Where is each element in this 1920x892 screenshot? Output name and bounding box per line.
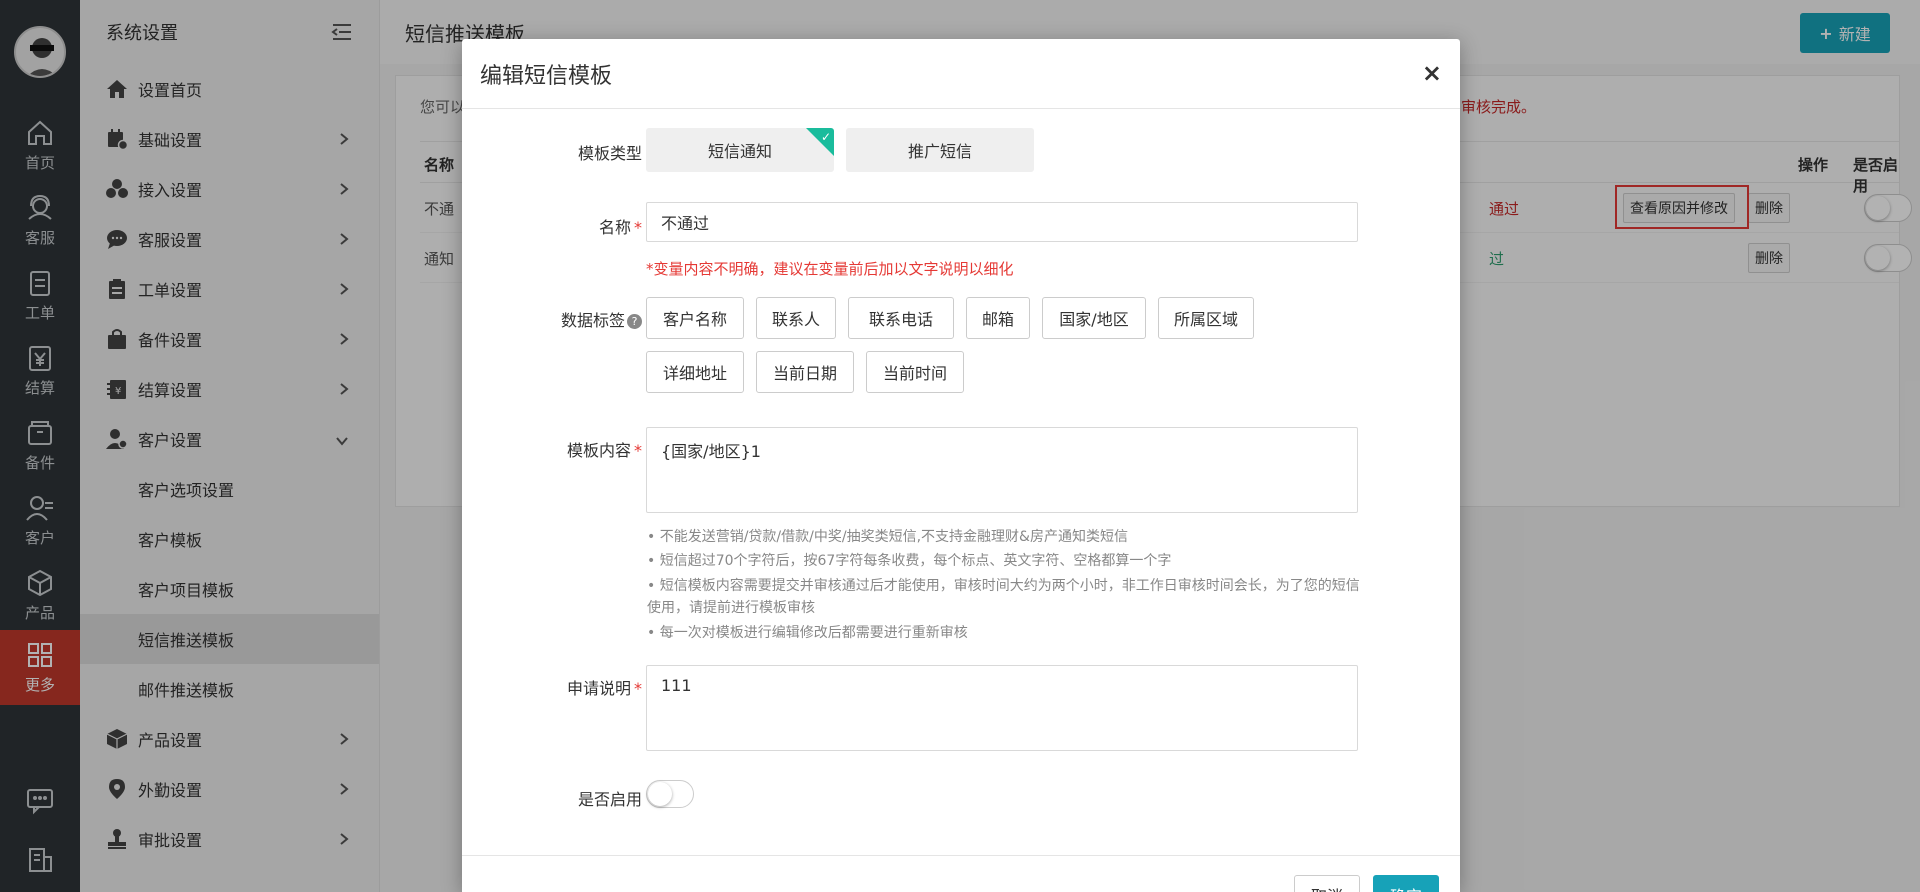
dialog-header: 编辑短信模板 ×	[462, 39, 1460, 109]
tag-phone[interactable]: 联系电话	[848, 297, 954, 339]
name-label: 名称 *	[598, 218, 642, 237]
tag-customer-name[interactable]: 客户名称	[646, 297, 744, 339]
description-textarea[interactable]: 111	[646, 665, 1358, 751]
template-type-label: 模板类型	[577, 144, 642, 163]
tag-region[interactable]: 所属区域	[1158, 297, 1254, 339]
name-input[interactable]: 不通过	[646, 202, 1358, 242]
tag-contact[interactable]: 联系人	[756, 297, 836, 339]
tag-current-date[interactable]: 当前日期	[756, 351, 854, 393]
tag-email[interactable]: 邮箱	[966, 297, 1030, 339]
tip-item: • 每一次对模板进行编辑修改后都需要进行重新审核	[647, 625, 968, 641]
variable-warning: *变量内容不明确，建议在变量前后加以文字说明以细化	[646, 260, 1014, 278]
ok-button[interactable]: 确定	[1373, 875, 1439, 892]
tip-item: • 短信超过70个字符后，按67字符每条收费，每个标点、英文字符、空格都算一个字	[647, 553, 1172, 569]
cancel-button[interactable]: 取消	[1294, 875, 1360, 892]
tag-country[interactable]: 国家/地区	[1042, 297, 1146, 339]
data-tags-label: 数据标签?	[492, 307, 642, 331]
check-icon: ✓	[820, 130, 831, 144]
type-label: 推广短信	[907, 142, 972, 161]
type-promo-sms-button[interactable]: 推广短信	[846, 128, 1034, 172]
tip-item: • 不能发送营销/贷款/借款/中奖/抽奖类短信,不支持金融理财&房产通知类短信	[647, 529, 1128, 545]
description-label: 申请说明 *	[566, 679, 642, 698]
tag-address[interactable]: 详细地址	[646, 351, 744, 393]
content-label: 模板内容 *	[566, 441, 642, 460]
edit-sms-template-dialog: 编辑短信模板 × 模板类型 短信通知 ✓ 推广短信 名称 * 不通过 *变量内容不…	[462, 39, 1460, 892]
enabled-label: 是否启用	[577, 790, 642, 809]
tag-current-time[interactable]: 当前时间	[866, 351, 964, 393]
type-sms-notice-button[interactable]: 短信通知 ✓	[646, 128, 834, 172]
type-label: 短信通知	[707, 142, 772, 161]
help-icon[interactable]: ?	[627, 314, 642, 329]
tip-item: • 短信模板内容需要提交并审核通过后才能使用，审核时间大约为两个小时，非工作日审…	[647, 578, 1360, 616]
enabled-toggle[interactable]	[646, 780, 694, 808]
close-icon[interactable]: ×	[1422, 59, 1442, 87]
content-textarea[interactable]: {国家/地区}1	[646, 427, 1358, 513]
dialog-title: 编辑短信模板	[480, 63, 613, 89]
